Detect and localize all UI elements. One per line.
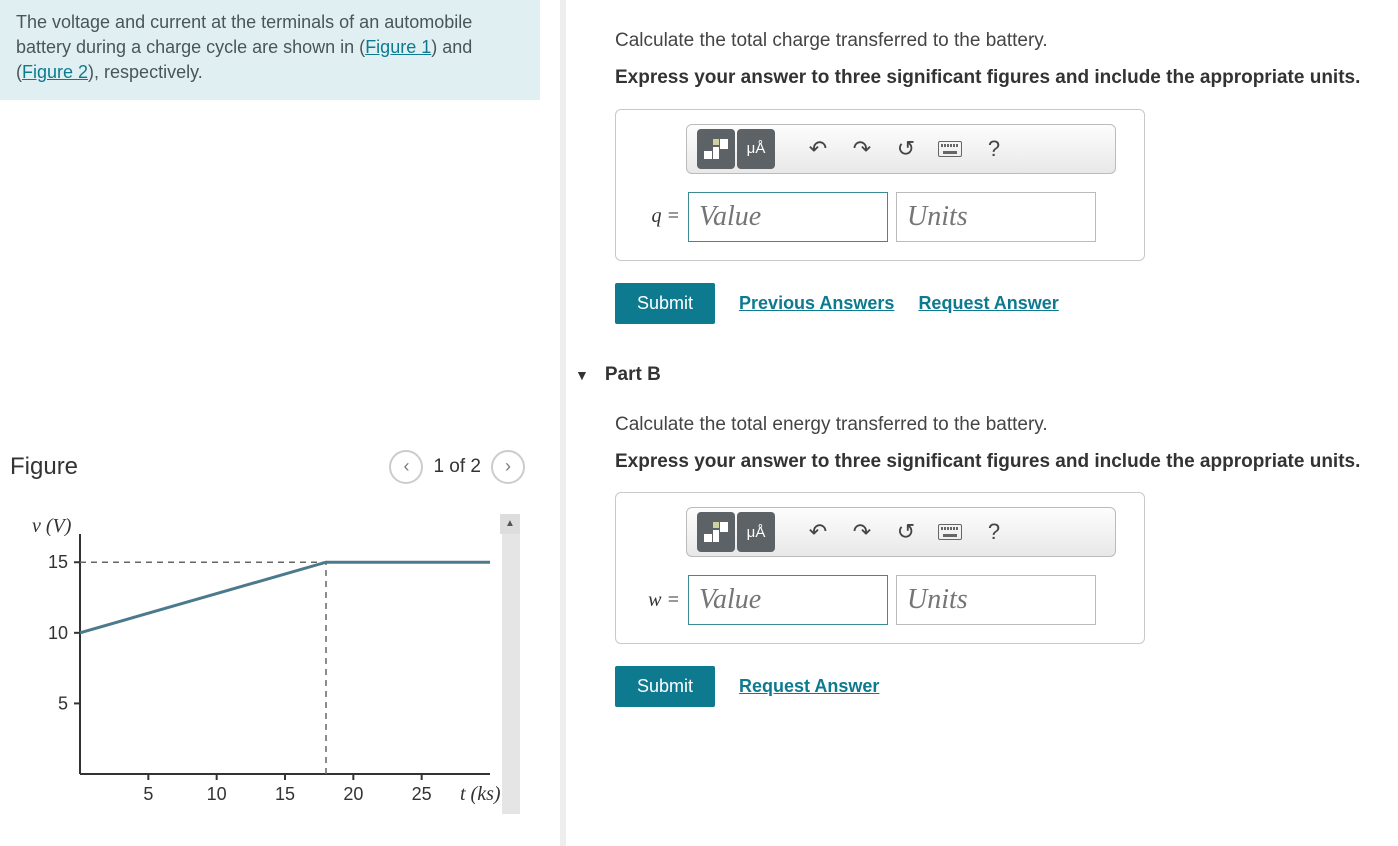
figure-heading: Figure (10, 453, 78, 481)
part-b-variable: w = (636, 589, 680, 612)
svg-text:10: 10 (207, 784, 227, 804)
svg-text:v (V): v (V) (32, 515, 72, 537)
symbols-button[interactable]: μÅ (737, 129, 775, 169)
keyboard-button[interactable] (931, 129, 969, 169)
part-a-variable: q = (636, 205, 680, 228)
svg-text:15: 15 (48, 552, 68, 572)
svg-text:5: 5 (143, 784, 153, 804)
part-a-submit-button[interactable]: Submit (615, 283, 715, 324)
part-a-answer-box: μÅ ↶ ↷ ↺ ? q = (615, 109, 1145, 261)
figure-2-link[interactable]: Figure 2 (22, 62, 88, 82)
part-b-toolbar: μÅ ↶ ↷ ↺ ? (686, 507, 1116, 557)
svg-text:10: 10 (48, 622, 68, 642)
figure-pager: ‹ 1 of 2 › (389, 450, 525, 484)
problem-statement: The voltage and current at the terminals… (0, 0, 540, 100)
svg-text:25: 25 (412, 784, 432, 804)
scroll-up-button[interactable]: ▲ (500, 514, 520, 534)
part-b-header[interactable]: ▼ Part B (575, 364, 1368, 386)
part-b-answer-box: μÅ ↶ ↷ ↺ ? w = (615, 492, 1145, 644)
svg-text:20: 20 (343, 784, 363, 804)
voltage-chart-svg: 5 10 15 5 10 15 20 25 v (V) t (ks) (30, 514, 510, 814)
svg-text:t (ks): t (ks) (460, 783, 501, 805)
help-button[interactable]: ? (975, 512, 1013, 552)
symbols-button[interactable]: μÅ (737, 512, 775, 552)
reset-button[interactable]: ↺ (887, 512, 925, 552)
part-b-units-input[interactable] (896, 575, 1096, 625)
part-a-instructions: Express your answer to three significant… (615, 66, 1368, 91)
redo-button[interactable]: ↷ (843, 512, 881, 552)
redo-button[interactable]: ↷ (843, 129, 881, 169)
part-b-prompt: Calculate the total energy transferred t… (615, 414, 1368, 436)
figure-chart: ▲ 5 10 15 5 10 15 20 25 v (V) t (ks) (10, 514, 520, 814)
figure-1-link[interactable]: Figure 1 (365, 37, 431, 57)
part-a-value-input[interactable] (688, 192, 888, 242)
part-b-request-answer-link[interactable]: Request Answer (739, 676, 879, 697)
part-a-units-input[interactable] (896, 192, 1096, 242)
collapse-caret-icon: ▼ (575, 367, 589, 383)
undo-button[interactable]: ↶ (799, 129, 837, 169)
help-button[interactable]: ? (975, 129, 1013, 169)
part-b-value-input[interactable] (688, 575, 888, 625)
figure-prev-button[interactable]: ‹ (389, 450, 423, 484)
part-a-toolbar: μÅ ↶ ↷ ↺ ? (686, 124, 1116, 174)
part-a-previous-answers-link[interactable]: Previous Answers (739, 293, 894, 314)
keyboard-button[interactable] (931, 512, 969, 552)
templates-button[interactable] (697, 512, 735, 552)
figure-scrollbar[interactable] (502, 534, 520, 814)
part-b-instructions: Express your answer to three significant… (615, 450, 1368, 475)
templates-button[interactable] (697, 129, 735, 169)
reset-button[interactable]: ↺ (887, 129, 925, 169)
part-a-prompt: Calculate the total charge transferred t… (615, 30, 1368, 52)
problem-text-3: ), respectively. (88, 62, 203, 82)
part-a-request-answer-link[interactable]: Request Answer (918, 293, 1058, 314)
figure-counter: 1 of 2 (433, 456, 481, 478)
part-b-title: Part B (605, 364, 661, 386)
part-b-submit-button[interactable]: Submit (615, 666, 715, 707)
undo-button[interactable]: ↶ (799, 512, 837, 552)
svg-text:5: 5 (58, 693, 68, 713)
figure-next-button[interactable]: › (491, 450, 525, 484)
svg-text:15: 15 (275, 784, 295, 804)
